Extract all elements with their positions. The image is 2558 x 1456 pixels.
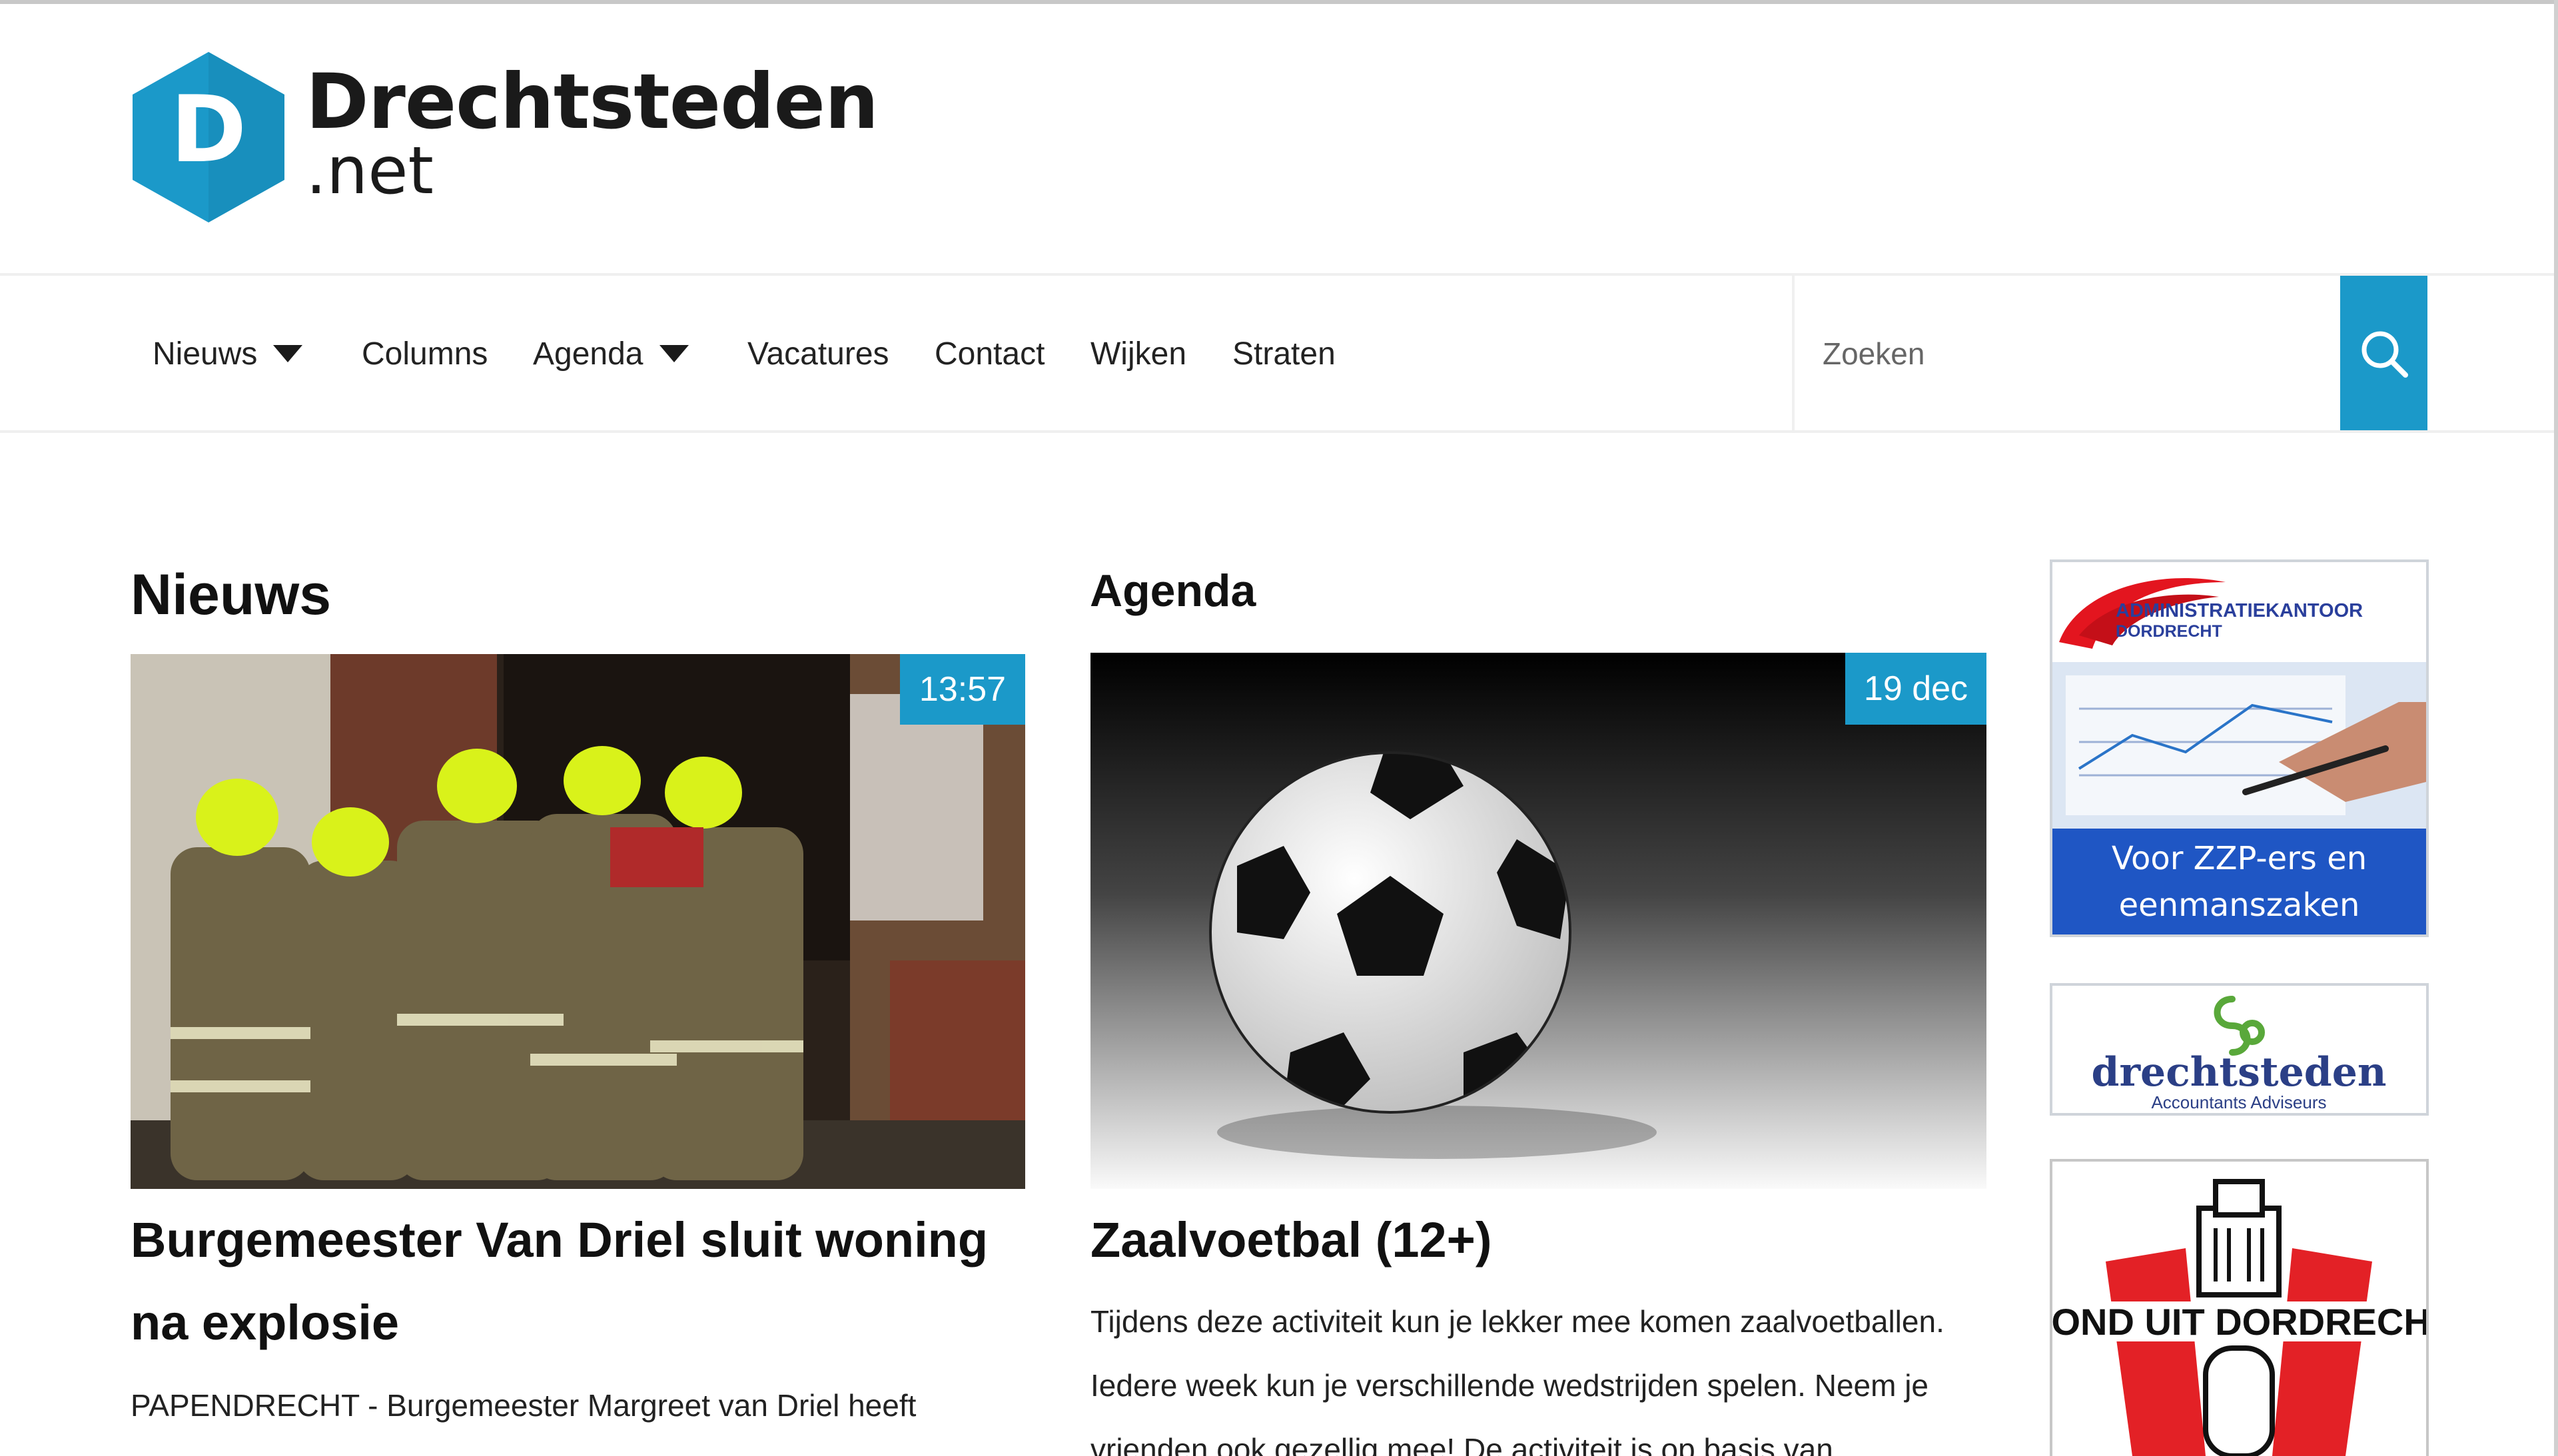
search-input[interactable] bbox=[1821, 320, 2317, 388]
news-image[interactable]: 13:57 bbox=[131, 654, 1025, 1189]
nav-item-label: Columns bbox=[362, 336, 488, 372]
ad-tagline: Voor ZZP-ers en eenmanszaken bbox=[2111, 839, 2367, 924]
news-time-badge: 13:57 bbox=[900, 654, 1025, 725]
agenda-image[interactable]: 19 dec bbox=[1090, 653, 1986, 1189]
ad-administratiekantoor[interactable]: ADMINISTRATIEKANTOOR DORDRECHT Voor ZZP-… bbox=[2050, 559, 2429, 937]
logo-hexagon-icon: D bbox=[133, 52, 284, 222]
nav-item-label: Agenda bbox=[533, 336, 643, 372]
nav-item-columns[interactable]: Columns bbox=[362, 317, 488, 390]
nav-item-nieuws[interactable]: Nieuws bbox=[153, 317, 303, 390]
search-button[interactable] bbox=[2340, 276, 2427, 430]
nav-item-label: Straten bbox=[1232, 336, 1336, 372]
nav-item-label: Nieuws bbox=[153, 336, 258, 372]
chevron-down-icon bbox=[273, 345, 303, 362]
firefighters-image bbox=[131, 654, 1025, 1189]
news-excerpt: PAPENDRECHT - Burgemeester Margreet van … bbox=[131, 1388, 917, 1423]
ad-brand-line1: ADMINISTRATIEKANTOOR bbox=[2116, 600, 2363, 621]
nav-item-straten[interactable]: Straten bbox=[1232, 317, 1336, 390]
brand-tld: .net bbox=[306, 133, 434, 209]
nav-item-label: Vacatures bbox=[747, 336, 889, 372]
nav-item-vacatures[interactable]: Vacatures bbox=[747, 317, 889, 390]
ad-sub: Accountants Adviseurs bbox=[2151, 1092, 2326, 1112]
search-box bbox=[1792, 276, 2342, 430]
ad-drechtsteden-accountants[interactable]: drechtsteden Accountants Adviseurs bbox=[2050, 983, 2429, 1116]
nav-item-contact[interactable]: Contact bbox=[935, 317, 1045, 390]
brand-name: Drechtsteden bbox=[306, 57, 879, 146]
ad-brand: drechtsteden bbox=[2091, 1049, 2386, 1096]
soccer-ball-image bbox=[1090, 653, 1986, 1189]
ad-title: ROND UIT DORDRECHT bbox=[2052, 1301, 2426, 1343]
window-top-border bbox=[0, 0, 2558, 4]
nav-item-wijken[interactable]: Wijken bbox=[1090, 317, 1186, 390]
logo-letter: D bbox=[171, 76, 247, 183]
ad-rond-uit-dordrecht[interactable]: ROND UIT DORDRECHT bbox=[2050, 1159, 2429, 1456]
news-section-title: Nieuws bbox=[131, 563, 332, 627]
agenda-excerpt: Tijdens deze activiteit kun je lekker me… bbox=[1090, 1304, 1944, 1456]
chevron-down-icon bbox=[659, 345, 689, 362]
ad-drechtsteden-logo: drechtsteden Accountants Adviseurs bbox=[2091, 996, 2387, 1112]
agenda-date-badge: 19 dec bbox=[1845, 653, 1986, 725]
agenda-section-title: Agenda bbox=[1090, 565, 1256, 616]
agenda-headline[interactable]: Zaalvoetbal (12+) bbox=[1090, 1199, 2010, 1281]
search-icon bbox=[2361, 331, 2408, 378]
ad-brand-line2: DORDRECHT bbox=[2116, 622, 2222, 641]
ad-rond-uit-dordrecht-image: ROND UIT DORDRECHT bbox=[2052, 1162, 2426, 1456]
news-headline[interactable]: Burgemeester Van Driel sluit woning na e… bbox=[131, 1199, 1050, 1364]
window-right-border bbox=[2554, 0, 2558, 1456]
nav-item-agenda[interactable]: Agenda bbox=[533, 317, 689, 390]
nav-item-label: Wijken bbox=[1090, 336, 1187, 372]
nav-item-label: Contact bbox=[935, 336, 1045, 372]
main-navigation: Nieuws Columns Agenda Vacatures Contact … bbox=[0, 273, 2554, 433]
